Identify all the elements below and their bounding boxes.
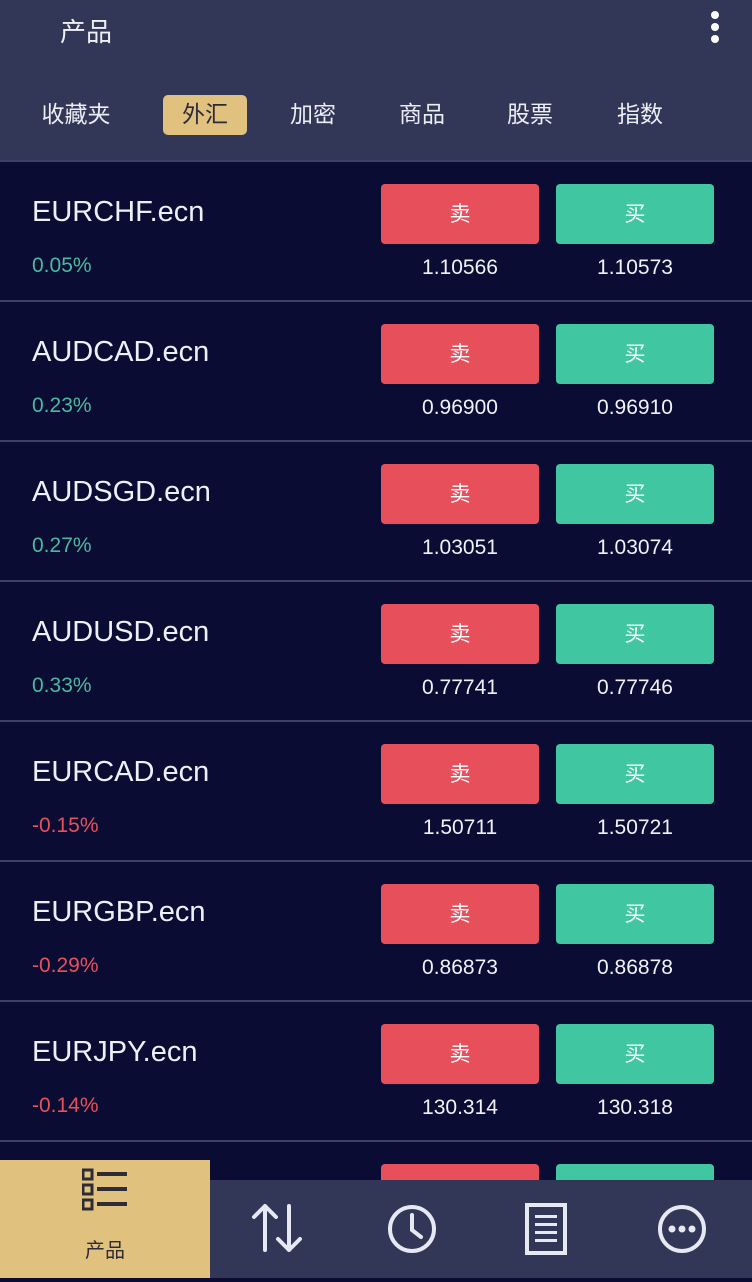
buy-button[interactable]: 买 [556, 884, 714, 944]
nav-label: 产品 [85, 1238, 125, 1262]
app-header: 产品 收藏夹 外汇 加密 商品 股票 指数 [0, 0, 752, 160]
buy-button[interactable]: 买 [556, 324, 714, 384]
ask-price: 0.77746 [597, 676, 673, 699]
sell-button[interactable]: 卖 [381, 1024, 539, 1084]
change-percent: -0.14% [32, 1094, 99, 1117]
instrument-row[interactable]: AUDSGD.ecn 0.27% 卖 买 1.03051 1.03074 [0, 440, 752, 582]
more-circle-icon [656, 1203, 708, 1259]
nav-orders[interactable] [518, 1180, 574, 1278]
change-percent: -0.29% [32, 954, 99, 977]
change-percent: 0.27% [32, 534, 92, 557]
tab-stocks[interactable]: 股票 [493, 95, 567, 135]
sell-button[interactable]: 卖 [381, 744, 539, 804]
tab-commodities[interactable]: 商品 [385, 95, 459, 135]
symbol-name: EURGBP.ecn [32, 896, 206, 928]
instrument-row[interactable]: AUDCAD.ecn 0.23% 卖 买 0.96900 0.96910 [0, 300, 752, 442]
nav-history[interactable] [380, 1180, 444, 1278]
nav-trade[interactable] [240, 1180, 312, 1278]
instrument-row[interactable]: EURCAD.ecn -0.15% 卖 买 1.50711 1.50721 [0, 720, 752, 862]
instrument-row[interactable]: EURCHF.ecn 0.05% 卖 买 1.10566 1.10573 [0, 160, 752, 302]
bid-price: 0.96900 [422, 396, 498, 419]
ask-price: 1.10573 [597, 256, 673, 279]
tab-indices[interactable]: 指数 [603, 95, 677, 135]
document-icon [524, 1202, 568, 1260]
change-percent: 0.05% [32, 254, 92, 277]
sell-button[interactable]: 卖 [381, 884, 539, 944]
ask-price: 130.318 [597, 1096, 673, 1119]
change-percent: 0.33% [32, 674, 92, 697]
instrument-row[interactable]: EURJPY.ecn -0.14% 卖 买 130.314 130.318 [0, 1000, 752, 1142]
instrument-row[interactable]: EURGBP.ecn -0.29% 卖 买 0.86873 0.86878 [0, 860, 752, 1002]
symbol-name: EURJPY.ecn [32, 1036, 198, 1068]
sell-button[interactable]: 卖 [381, 464, 539, 524]
more-menu-icon[interactable] [698, 6, 732, 50]
list-icon [81, 1168, 128, 1216]
bid-price: 1.10566 [422, 256, 498, 279]
tab-crypto[interactable]: 加密 [276, 95, 350, 135]
change-percent: 0.23% [32, 394, 92, 417]
buy-button[interactable]: 买 [556, 464, 714, 524]
buy-button[interactable]: 买 [556, 184, 714, 244]
bid-price: 1.03051 [422, 536, 498, 559]
bottom-navigation: 产品 [0, 1160, 752, 1278]
transfer-arrows-icon [250, 1202, 304, 1258]
instrument-row[interactable]: AUDUSD.ecn 0.33% 卖 买 0.77741 0.77746 [0, 580, 752, 722]
symbol-name: AUDUSD.ecn [32, 616, 210, 648]
buy-button[interactable]: 买 [556, 604, 714, 664]
ask-price: 1.50721 [597, 816, 673, 839]
change-percent: -0.15% [32, 814, 99, 837]
ask-price: 0.96910 [597, 396, 673, 419]
bid-price: 0.86873 [422, 956, 498, 979]
category-tabs: 收藏夹 外汇 加密 商品 股票 指数 [0, 92, 752, 138]
tab-favorites[interactable]: 收藏夹 [28, 95, 124, 135]
sell-button[interactable]: 卖 [381, 604, 539, 664]
ask-price: 0.86878 [597, 956, 673, 979]
nav-products[interactable]: 产品 [0, 1160, 210, 1278]
symbol-name: AUDCAD.ecn [32, 336, 210, 368]
clock-icon [386, 1203, 438, 1259]
nav-more[interactable] [650, 1180, 716, 1278]
buy-button[interactable]: 买 [556, 1024, 714, 1084]
ask-price: 1.03074 [597, 536, 673, 559]
symbol-name: EURCHF.ecn [32, 196, 205, 228]
buy-button[interactable]: 买 [556, 744, 714, 804]
page-title: 产品 [60, 18, 113, 48]
symbol-name: AUDSGD.ecn [32, 476, 211, 508]
sell-button[interactable]: 卖 [381, 184, 539, 244]
tab-forex[interactable]: 外汇 [163, 95, 247, 135]
bid-price: 0.77741 [422, 676, 498, 699]
sell-button[interactable]: 卖 [381, 324, 539, 384]
symbol-name: EURCAD.ecn [32, 756, 210, 788]
bid-price: 1.50711 [422, 816, 498, 839]
bid-price: 130.314 [422, 1096, 498, 1119]
